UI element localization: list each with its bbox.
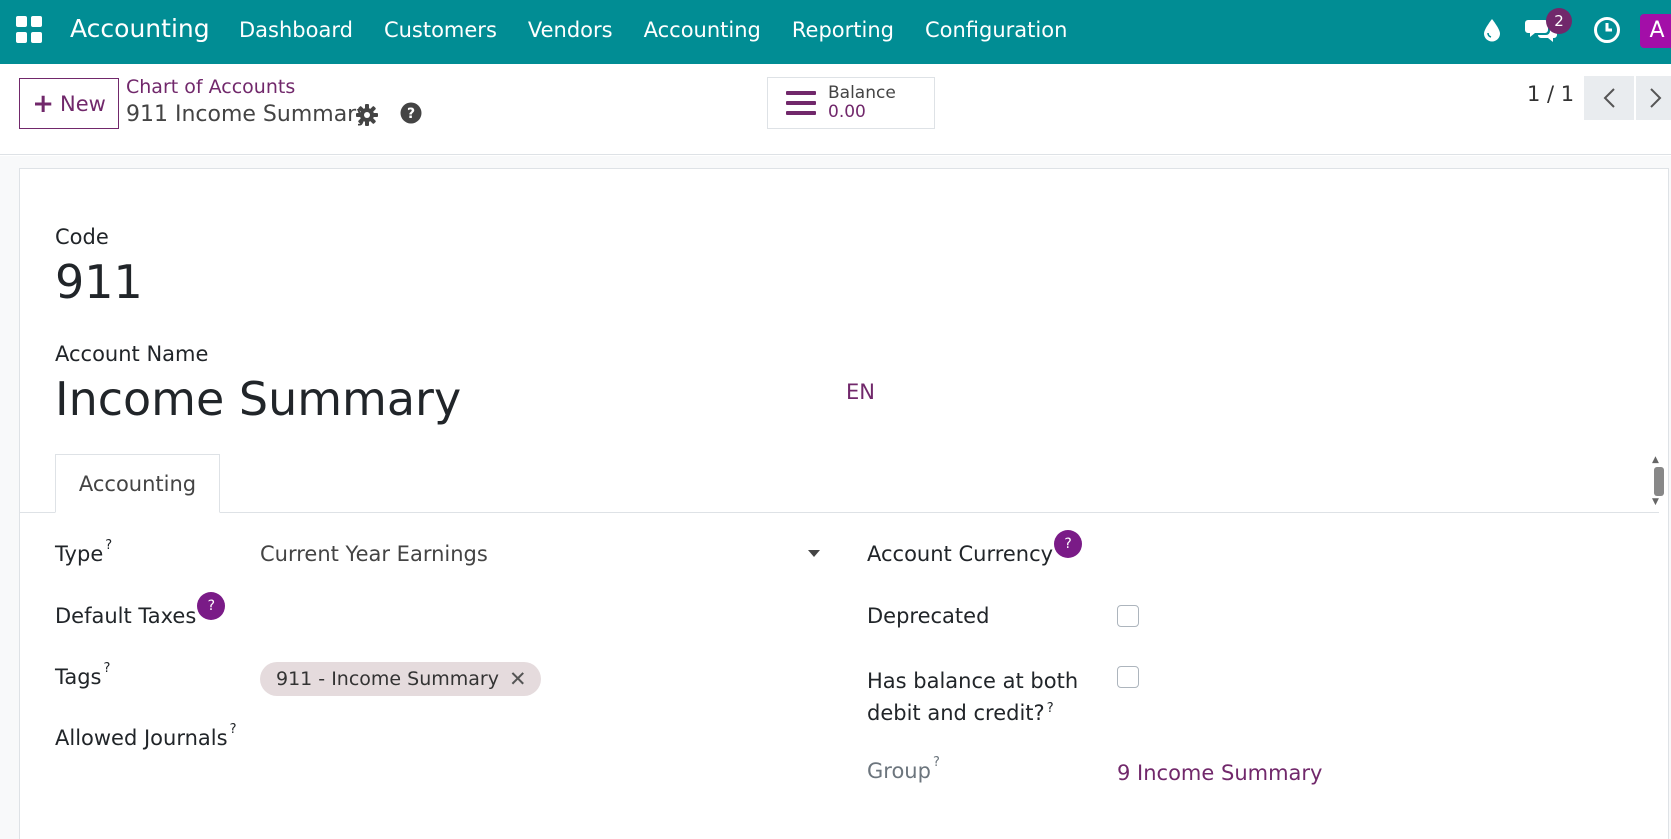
tag-label: 911 - Income Summary [276, 668, 499, 690]
account-currency-help-icon[interactable]: ? [1054, 530, 1083, 558]
deprecated-label: Deprecated [867, 604, 990, 628]
list-bars-icon [786, 91, 816, 115]
svg-text:?: ? [407, 106, 415, 122]
app-title[interactable]: Accounting [70, 14, 210, 43]
pager-previous-button[interactable] [1584, 76, 1634, 120]
both-balance-tooltip-mark[interactable]: ? [1047, 701, 1054, 716]
menu-vendors[interactable]: Vendors [528, 18, 613, 42]
balance-value: 0.00 [828, 102, 866, 122]
chat-count-badge: 2 [1546, 8, 1572, 34]
main-menu: Dashboard Customers Vendors Accounting R… [239, 18, 1098, 42]
both-balance-label: Has balance at both debit and credit?? [867, 669, 1079, 725]
type-select[interactable]: Current Year Earnings [260, 542, 488, 566]
account-currency-label: Account Currency? [867, 530, 1083, 570]
balance-label: Balance [828, 83, 896, 103]
type-tooltip-mark[interactable]: ? [105, 538, 112, 553]
balance-smart-button[interactable]: Balance 0.00 [767, 77, 935, 129]
menu-configuration[interactable]: Configuration [925, 18, 1067, 42]
pager-value[interactable]: 1 / 1 [1527, 82, 1574, 106]
scrollbar-thumb[interactable] [1654, 467, 1664, 496]
code-field[interactable]: 911 [55, 255, 143, 309]
tab-accounting[interactable]: Accounting [55, 454, 220, 513]
tabs-divider [19, 512, 1659, 513]
apps-grid-icon[interactable] [16, 16, 44, 44]
plus-icon: + [32, 88, 54, 119]
new-button[interactable]: + New [19, 78, 119, 129]
gear-icon[interactable] [356, 104, 378, 130]
chevron-left-icon [1603, 88, 1615, 108]
control-panel: + New Chart of Accounts 911 Income Summa… [0, 64, 1671, 155]
both-balance-checkbox[interactable] [1117, 666, 1139, 688]
record-title: 911 Income Summary [126, 102, 370, 127]
deprecated-checkbox[interactable] [1117, 605, 1139, 627]
breadcrumb-chart-of-accounts[interactable]: Chart of Accounts [126, 76, 295, 98]
allowed-journals-tooltip-mark[interactable]: ? [230, 722, 237, 737]
default-taxes-help-icon[interactable]: ? [197, 592, 226, 620]
menu-reporting[interactable]: Reporting [792, 18, 894, 42]
account-name-label: Account Name [55, 342, 209, 366]
remove-tag-icon[interactable]: ✕ [509, 667, 527, 691]
caret-down-icon[interactable] [808, 550, 820, 557]
new-button-label: New [59, 91, 106, 116]
scroll-down-arrow[interactable]: ▼ [1652, 497, 1659, 507]
menu-accounting[interactable]: Accounting [644, 18, 761, 42]
user-avatar[interactable]: A [1640, 14, 1671, 48]
group-tooltip-mark[interactable]: ? [933, 755, 940, 770]
chevron-right-icon [1650, 88, 1662, 108]
form-sheet [19, 168, 1669, 839]
menu-dashboard[interactable]: Dashboard [239, 18, 353, 42]
top-navbar: Accounting Dashboard Customers Vendors A… [0, 0, 1671, 64]
menu-customers[interactable]: Customers [384, 18, 497, 42]
clock-icon[interactable] [1592, 14, 1622, 46]
help-icon[interactable]: ? [400, 102, 422, 128]
allowed-journals-label: Allowed Journals? [55, 722, 237, 750]
tags-label: Tags? [55, 661, 111, 689]
tags-tooltip-mark[interactable]: ? [104, 661, 111, 676]
account-name-field[interactable]: Income Summary [55, 372, 461, 426]
group-link[interactable]: 9 Income Summary [1117, 761, 1322, 785]
code-label: Code [55, 225, 109, 249]
pager-next-button[interactable] [1636, 76, 1671, 120]
tag-pill: 911 - Income Summary ✕ [260, 662, 541, 696]
drop-icon[interactable] [1480, 14, 1504, 46]
language-button[interactable]: EN [846, 380, 875, 404]
scroll-up-arrow[interactable]: ▲ [1652, 455, 1659, 465]
group-label: Group? [867, 755, 940, 783]
type-label: Type? [55, 538, 113, 566]
default-taxes-label: Default Taxes? [55, 592, 226, 632]
